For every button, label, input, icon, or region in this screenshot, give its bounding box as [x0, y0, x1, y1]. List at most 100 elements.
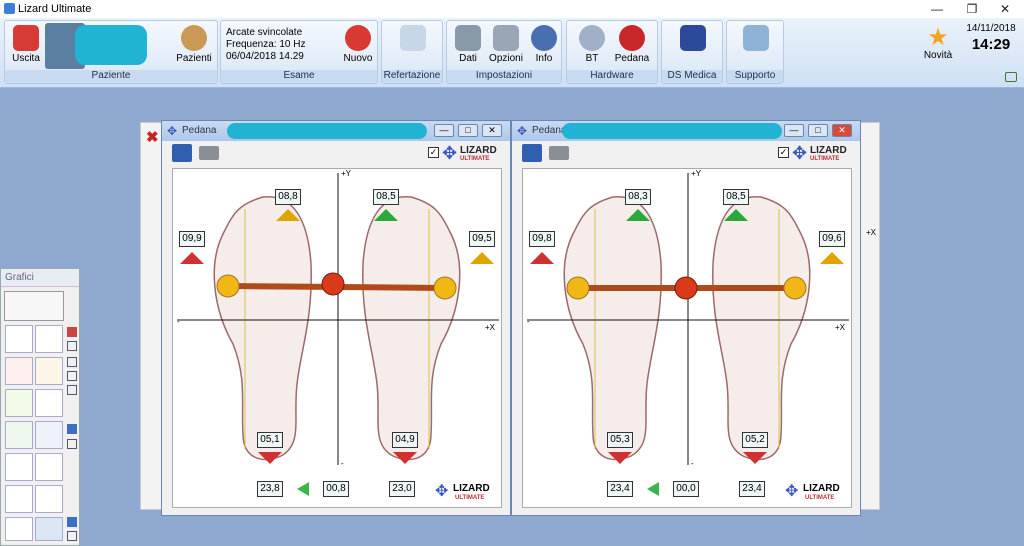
- axis-tile[interactable]: [35, 485, 63, 513]
- opzioni-button[interactable]: Opzioni: [487, 25, 525, 64]
- group-hardware: BT Pedana Hardware: [566, 20, 658, 84]
- option-checkbox[interactable]: ✓: [428, 147, 439, 158]
- small-expand-icon[interactable]: [67, 531, 77, 541]
- group-ds-medica[interactable]: DS Medica: [661, 20, 723, 84]
- y-axis-label: +Y: [691, 169, 702, 178]
- lizard-logo-icon: ✥: [792, 143, 808, 163]
- small-red-icon[interactable]: [67, 327, 77, 337]
- line-tile[interactable]: [5, 485, 33, 513]
- small-tooth-icon[interactable]: [67, 424, 77, 434]
- clock: 14/11/2018 14:29: [962, 23, 1020, 53]
- histogram-blue-tile[interactable]: [35, 421, 63, 449]
- monitor-icon[interactable]: [172, 144, 192, 162]
- left-foot: [563, 196, 662, 461]
- refertazione-label: Refertazione: [382, 70, 442, 83]
- time-display: 14:29: [971, 36, 1011, 53]
- left-arrow-icon: [647, 482, 659, 496]
- novita-button[interactable]: ★ Novità: [918, 26, 958, 62]
- report-icon: [400, 25, 426, 51]
- crosshair-tile[interactable]: [35, 453, 63, 481]
- foot-pair-tile[interactable]: [35, 517, 63, 541]
- pedana-button[interactable]: Pedana: [613, 25, 651, 64]
- printer-icon[interactable]: [549, 146, 569, 160]
- pazienti-button[interactable]: Pazienti: [175, 25, 213, 64]
- bt-button[interactable]: BT: [573, 25, 611, 64]
- histogram-green-tile[interactable]: [5, 421, 33, 449]
- x-axis-minus: -: [177, 317, 180, 326]
- close-button[interactable]: ✕: [988, 0, 1022, 18]
- small-grid-icon[interactable]: [67, 385, 77, 395]
- small-copy-icon[interactable]: [67, 371, 77, 381]
- lizard-small-icon: ✥: [517, 124, 528, 138]
- lizard-footer-logo-icon: ✥: [435, 483, 449, 500]
- list-chart-tile[interactable]: [35, 325, 63, 353]
- pedana-window-right-titlebar[interactable]: ✥ Pedana — □ ✕: [512, 121, 860, 141]
- footer-brand: LIZARD: [453, 483, 490, 494]
- up-triangle-top-left: [276, 209, 300, 221]
- info-button[interactable]: Info: [525, 25, 563, 64]
- minimize-button[interactable]: —: [434, 124, 454, 137]
- restore-button[interactable]: □: [808, 124, 828, 137]
- left-foot: [213, 196, 312, 461]
- green-feet-tile[interactable]: [5, 389, 33, 417]
- left-load-marker: [216, 274, 240, 298]
- pazienti-label: Pazienti: [176, 53, 212, 64]
- nuovo-button[interactable]: Nuovo: [339, 25, 377, 64]
- exam-info: Arcate svincolate Frequenza: 10 Hz 06/04…: [226, 27, 306, 62]
- right-load-marker: [433, 276, 457, 300]
- ds-medica-label: DS Medica: [662, 70, 722, 83]
- refertazione-button[interactable]: [394, 25, 432, 53]
- value-foot-center: 00,0: [673, 481, 699, 497]
- group-refertazione[interactable]: Refertazione: [381, 20, 443, 84]
- date-display: 14/11/2018: [966, 23, 1016, 34]
- pedana-window-left-titlebar[interactable]: ✥ Pedana — □ ✕: [162, 121, 510, 141]
- close-button[interactable]: ✕: [832, 124, 852, 137]
- down-triangle-bottom-right: [743, 452, 767, 464]
- group-paziente: Uscita Pazienti Paziente: [4, 20, 218, 84]
- value-bottom-left: 05,3: [607, 432, 633, 448]
- option-checkbox[interactable]: ✓: [778, 147, 789, 158]
- small-layout-icon[interactable]: [67, 357, 77, 367]
- red-feet-tile[interactable]: [5, 357, 33, 385]
- restore-button[interactable]: ❐: [955, 0, 989, 18]
- area-tile[interactable]: [5, 517, 33, 541]
- value-foot-left: 23,4: [607, 481, 633, 497]
- brand-label: LIZARD: [460, 145, 497, 156]
- impostazioni-group-label: Impostazioni: [447, 70, 561, 83]
- close-button[interactable]: ✕: [482, 124, 502, 137]
- value-top-left: 08,3: [625, 189, 651, 205]
- printer-icon[interactable]: [199, 146, 219, 160]
- database-icon: [455, 25, 481, 51]
- small-doc-icon[interactable]: [67, 439, 77, 449]
- dati-button[interactable]: Dati: [449, 25, 487, 64]
- brand-label: LIZARD: [810, 145, 847, 156]
- right-foot: [712, 196, 811, 461]
- right-foot: [362, 196, 461, 461]
- restore-button[interactable]: □: [458, 124, 478, 137]
- ds-medica-button[interactable]: [674, 25, 712, 53]
- support-icon: [743, 25, 769, 51]
- up-triangle-mid-right: [470, 252, 494, 264]
- scatter-tile[interactable]: [5, 453, 33, 481]
- y-axis-label: +Y: [341, 169, 352, 178]
- minimize-button[interactable]: —: [784, 124, 804, 137]
- supporto-button[interactable]: [737, 25, 775, 53]
- toolbar: ✓ ✥ LIZARD ULTIMATE: [512, 141, 860, 167]
- hardware-group-label: Hardware: [567, 70, 657, 83]
- lizard-small-icon: ✥: [167, 124, 178, 138]
- grid-chart-tile[interactable]: [5, 325, 33, 353]
- small-window-icon[interactable]: [67, 341, 77, 351]
- orange-feet-tile[interactable]: [35, 357, 63, 385]
- value-mid-right: 09,5: [469, 231, 495, 247]
- monitor-icon[interactable]: [522, 144, 542, 162]
- minimize-button[interactable]: —: [920, 0, 954, 18]
- toolbar: ✓ ✥ LIZARD ULTIMATE: [162, 141, 510, 167]
- pressure-plot-left: +Y +X - - 08,8 08,5 09,9 09,5 05,1 04,9 …: [172, 168, 502, 508]
- small-settings-icon[interactable]: [67, 517, 77, 527]
- background-close-icon[interactable]: ✖: [146, 128, 159, 146]
- uscita-button[interactable]: Uscita: [7, 25, 45, 64]
- footer-brand-sub: ULTIMATE: [455, 495, 485, 501]
- group-supporto[interactable]: Supporto: [726, 20, 784, 84]
- group-impostazioni: Dati Opzioni Info Impostazioni: [446, 20, 562, 84]
- wave-chart-tile[interactable]: [35, 389, 63, 417]
